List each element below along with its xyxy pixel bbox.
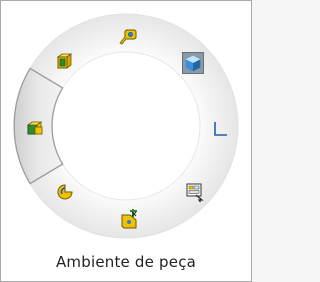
normal-to-view-icon — [56, 53, 73, 69]
measure-tape-icon — [119, 29, 137, 45]
properties-panel-icon — [186, 183, 204, 203]
view-orientation-button[interactable] — [182, 52, 206, 76]
extrude-boss-button[interactable] — [25, 117, 47, 139]
smart-dimension-part-icon — [121, 209, 137, 229]
measure-button[interactable] — [117, 26, 139, 48]
extrude-boss-icon — [26, 121, 43, 135]
normal-to-button[interactable] — [53, 51, 75, 73]
revolve-icon — [57, 184, 73, 200]
properties-button[interactable] — [184, 181, 206, 203]
dimension-button[interactable] — [118, 208, 140, 230]
revolve-button[interactable] — [54, 181, 76, 203]
sketch-button[interactable] — [209, 118, 231, 140]
sketch-corner-icon — [214, 122, 227, 136]
isometric-view-cube-icon — [182, 52, 204, 74]
ring-inner-hole — [51, 51, 201, 201]
mode-caption: Ambiente de peça — [55, 253, 197, 271]
gesture-panel: Ambiente de peça — [0, 0, 252, 282]
